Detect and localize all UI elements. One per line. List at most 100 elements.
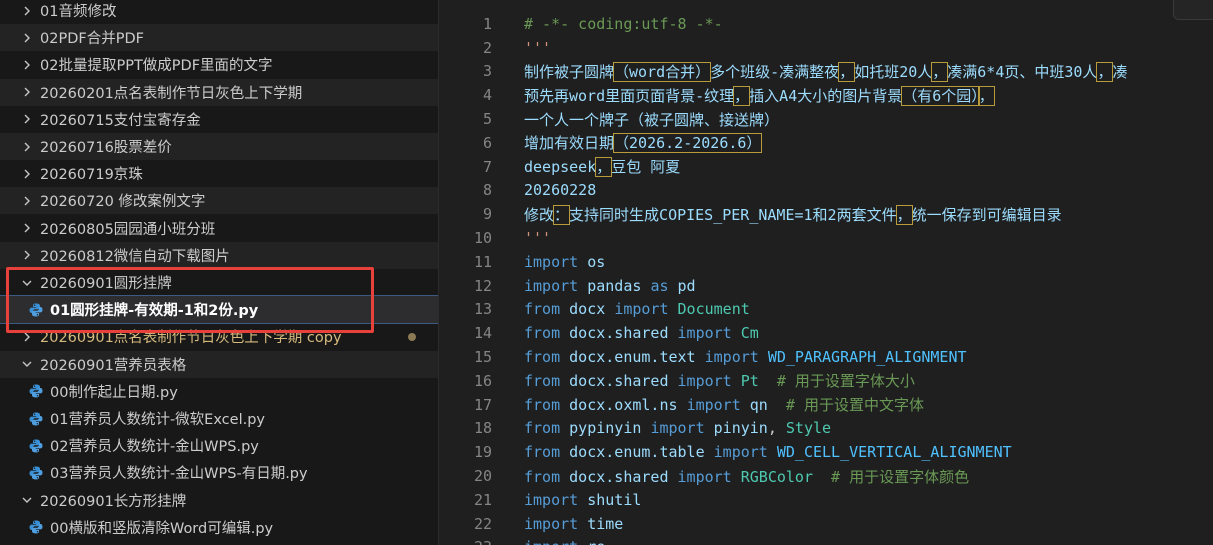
code-text: import pandas as pd bbox=[524, 277, 696, 295]
code-line[interactable]: 20 from docx.shared import RGBColor # 用于设… bbox=[439, 464, 1213, 488]
code-line[interactable]: 11 import os bbox=[439, 250, 1213, 274]
code-text: deepseek，豆包 阿夏 bbox=[524, 156, 681, 178]
code-token: # 用于设置字体颜色 bbox=[813, 467, 970, 486]
code-token: re bbox=[578, 538, 605, 545]
item-label: 00横版和竖版清除Word可编辑.py bbox=[50, 520, 274, 537]
chevron-right-icon bbox=[20, 330, 34, 344]
file-item[interactable]: 00横版和竖版清除Word可编辑.py bbox=[0, 514, 438, 541]
line-number: 11 bbox=[473, 252, 492, 271]
code-token: 修改 bbox=[524, 205, 555, 224]
folder-item[interactable]: 20260720 修改案例文字 bbox=[0, 187, 438, 215]
item-label: 20260720 修改案例文字 bbox=[40, 194, 206, 211]
line-number: 10 bbox=[473, 229, 492, 248]
modified-dot-icon bbox=[408, 333, 416, 342]
line-number: 5 bbox=[482, 110, 492, 129]
explorer-sidebar: 01音频修改 02PDF合并PDF 02批量提取PPT做成PDF里面的文字 20260… bbox=[0, 0, 439, 545]
file-item[interactable]: 01圆形挂牌-有效期-1和2份.py bbox=[0, 295, 438, 325]
code-line[interactable]: 23import re bbox=[439, 536, 1213, 545]
vscode-window: 01音频修改 02PDF合并PDF 02批量提取PPT做成PDF里面的文字 20260… bbox=[0, 0, 1213, 545]
line-number: 23 bbox=[439, 538, 524, 545]
folder-item[interactable]: 20260201点名表制作节日灰色上下学期 bbox=[0, 78, 438, 106]
code-token: RGBColor bbox=[731, 467, 813, 486]
folder-item[interactable]: 20260716股票差价 bbox=[0, 133, 438, 160]
code-token: from bbox=[524, 443, 561, 462]
code-line[interactable]: 19 from docx.enum.table import WD_CELL_VE… bbox=[439, 440, 1213, 464]
code-line[interactable]: 5 一个人一个牌子（被子圆牌、接送牌） bbox=[439, 107, 1213, 131]
code-token: WD_PARAGRAPH_ALIGNMENT bbox=[758, 348, 967, 367]
python-file-icon bbox=[28, 302, 44, 318]
code-line[interactable]: 2 ''' bbox=[439, 36, 1213, 60]
code-line[interactable]: 15 from docx.enum.text import WD_PARAGRAP… bbox=[439, 345, 1213, 369]
code-token: import bbox=[677, 324, 732, 343]
code-token: import bbox=[686, 396, 741, 415]
code-token: （word合并） bbox=[613, 61, 712, 82]
code-token: from bbox=[524, 396, 561, 415]
chevron-right-icon bbox=[20, 85, 34, 99]
code-line[interactable]: 10 ''' bbox=[439, 226, 1213, 250]
code-text: 20260228 bbox=[524, 181, 596, 199]
code-token: # 用于设置字体大小 bbox=[758, 372, 915, 391]
code-token: 豆包 阿夏 bbox=[611, 158, 681, 177]
code-token: ， bbox=[838, 61, 856, 82]
line-number: 14 bbox=[473, 324, 492, 343]
line-number: 2 bbox=[482, 38, 492, 57]
code-line[interactable]: 17 from docx.oxml.ns import qn # 用于设置中文字体 bbox=[439, 393, 1213, 417]
code-text: ''' bbox=[524, 229, 551, 247]
code-line[interactable]: 9 修改：支持同时生成COPIES_PER_NAME=1和2两套文件，统一保存到可… bbox=[439, 202, 1213, 226]
code-line[interactable]: 6 增加有效日期（2026.2-2026.6） bbox=[439, 131, 1213, 155]
code-line[interactable]: 16 from docx.shared import Pt # 用于设置字体大小 bbox=[439, 369, 1213, 393]
folder-item[interactable]: 20260901圆形挂牌 bbox=[0, 269, 438, 296]
file-item[interactable]: 02营养员人数统计-金山WPS.py bbox=[0, 432, 438, 459]
code-line[interactable]: 22 import time bbox=[439, 512, 1213, 536]
line-number: 21 bbox=[473, 490, 492, 509]
code-line[interactable]: 12 import pandas as pd bbox=[439, 274, 1213, 298]
item-label: 00制作起止日期.py bbox=[50, 384, 178, 401]
folder-item[interactable]: 20260715支付宝寄存金 bbox=[0, 106, 438, 133]
code-token: import bbox=[677, 372, 732, 391]
code-token: import bbox=[524, 514, 579, 533]
item-label: 20260901长方形挂牌 bbox=[40, 493, 187, 510]
folder-item[interactable]: 20260719京珠 bbox=[0, 160, 438, 187]
code-line[interactable]: 4 预先再word里面页面背景-纹理，插入A4大小的图片背景（有6个园）， bbox=[439, 83, 1213, 107]
code-token: import bbox=[524, 538, 578, 545]
code-editor[interactable]: 1 # -*- coding:utf-8 -*- 2 ''' 3 制作被子圆牌（word合… bbox=[439, 0, 1213, 545]
folder-item[interactable]: 02批量提取PPT做成PDF里面的文字 bbox=[0, 51, 438, 78]
code-token: Pt bbox=[731, 372, 759, 391]
code-token: import bbox=[614, 300, 669, 319]
code-line[interactable]: 7 deepseek，豆包 阿夏 bbox=[439, 155, 1213, 179]
folder-item[interactable]: 20260901点名表制作节日灰色上下学期 copy bbox=[0, 323, 438, 350]
code-token: （有6个园） bbox=[901, 85, 980, 106]
code-line[interactable]: 3 制作被子圆牌（word合并）多个班级-凑满整夜，如托班20人，凑满6*4页、中… bbox=[439, 60, 1213, 84]
item-label: 20260901圆形挂牌 bbox=[40, 276, 172, 292]
folder-item[interactable]: 20260812微信自动下载图片 bbox=[0, 241, 438, 269]
file-item[interactable]: 00制作起止日期.py bbox=[0, 378, 438, 405]
file-item[interactable]: 01营养员人数统计-微软Excel.py bbox=[0, 405, 438, 432]
file-item[interactable]: 03营养员人数统计-金山WPS-有日期.py bbox=[0, 459, 438, 486]
code-token: Cm bbox=[731, 324, 759, 343]
code-token: docx.enum.table bbox=[560, 443, 714, 462]
item-label: 20260716股票差价 bbox=[40, 140, 172, 156]
code-line[interactable]: 21 import shutil bbox=[439, 488, 1213, 512]
folder-item[interactable]: 01音频修改 bbox=[0, 0, 438, 24]
code-line[interactable]: 13 from docx import Document bbox=[439, 298, 1213, 322]
chevron-right-icon bbox=[20, 140, 34, 154]
code-text: 增加有效日期（2026.2-2026.6） bbox=[524, 132, 763, 154]
code-token: 统一保存到可编辑目录 bbox=[911, 205, 1062, 224]
code-token: import bbox=[713, 443, 768, 462]
folder-item[interactable]: 20260901营养员表格 bbox=[0, 350, 438, 378]
code-line[interactable]: 18 from pypinyin import pinyin, Style bbox=[439, 417, 1213, 441]
folder-item[interactable]: 02PDF合并PDF bbox=[0, 24, 438, 52]
folder-item[interactable]: 20260901长方形挂牌 bbox=[0, 487, 438, 514]
code-line[interactable]: 8 20260228 bbox=[439, 179, 1213, 203]
code-token: 支持同时生成COPIES_PER_NAME=1和2两套文件 bbox=[569, 205, 897, 224]
chevron-right-icon bbox=[20, 221, 34, 235]
code-text: from docx.oxml.ns import qn # 用于设置中文字体 bbox=[524, 394, 924, 415]
code-token: time bbox=[578, 514, 624, 533]
code-line[interactable]: 14 from docx.shared import Cm bbox=[439, 321, 1213, 345]
code-text: import re bbox=[524, 538, 605, 545]
code-line[interactable]: 1 # -*- coding:utf-8 -*- bbox=[439, 12, 1213, 36]
line-number: 4 bbox=[482, 86, 492, 105]
code-token: # 用于设置中文字体 bbox=[767, 396, 924, 415]
folder-item[interactable]: 20260805园园通小班分班 bbox=[0, 215, 438, 242]
code-token: import bbox=[524, 490, 579, 509]
